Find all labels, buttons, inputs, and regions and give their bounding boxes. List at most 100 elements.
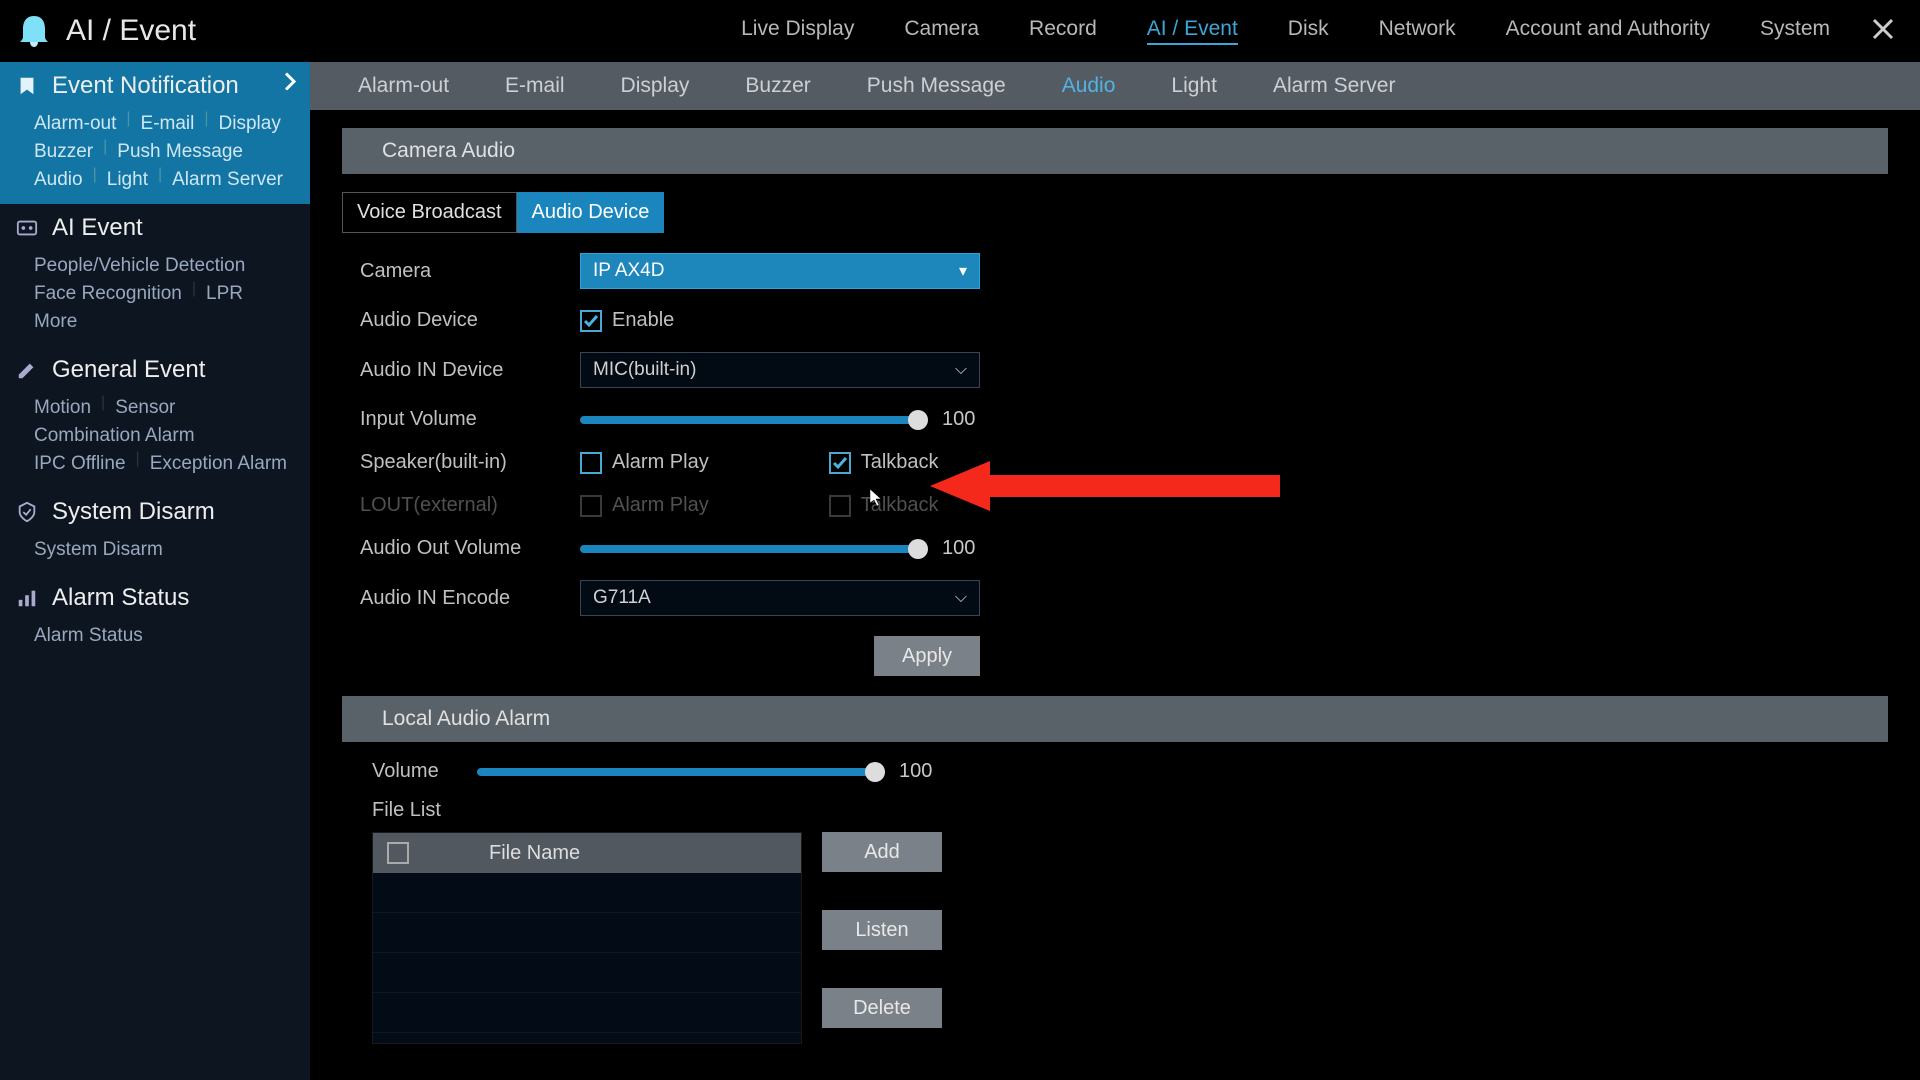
sidebar-item-face-recognition[interactable]: Face Recognition xyxy=(34,280,182,308)
nav-ai-event[interactable]: AI / Event xyxy=(1147,17,1238,45)
sidebar-item-lpr[interactable]: LPR xyxy=(206,280,243,308)
local-volume-slider[interactable] xyxy=(477,768,877,776)
sidebar-item-alarm-status[interactable]: Alarm Status xyxy=(34,622,143,650)
sidebar-group-alarm-status[interactable]: Alarm Status Alarm Status xyxy=(0,574,310,660)
nav-record[interactable]: Record xyxy=(1029,17,1097,45)
sidebar-group-system-disarm[interactable]: System Disarm System Disarm xyxy=(0,488,310,574)
section-camera-audio-header: Camera Audio xyxy=(342,128,1888,174)
sidebar-group-event-notification[interactable]: Event Notification Alarm-out| E-mail| Di… xyxy=(0,62,310,204)
sidebar-header-label: Event Notification xyxy=(52,72,239,100)
subtab-buzzer[interactable]: Buzzer xyxy=(745,74,810,98)
nav-account[interactable]: Account and Authority xyxy=(1506,17,1710,45)
speaker-talkback-checkbox[interactable] xyxy=(829,452,851,474)
tab-voice-broadcast[interactable]: Voice Broadcast xyxy=(342,192,517,233)
audio-encode-select[interactable]: G711A ⌵ xyxy=(580,580,980,616)
alarm-play-label: Alarm Play xyxy=(612,494,709,517)
subtab-push-message[interactable]: Push Message xyxy=(867,74,1006,98)
nav-system[interactable]: System xyxy=(1760,17,1830,45)
sidebar-item-audio[interactable]: Audio xyxy=(34,166,83,194)
input-volume-value: 100 xyxy=(942,409,975,431)
lout-talkback-checkbox xyxy=(829,495,851,517)
chevron-down-icon: ⌵ xyxy=(955,589,967,607)
camera-select[interactable]: IP AX4D ▾ xyxy=(580,253,980,289)
audio-encode-label: Audio IN Encode xyxy=(360,587,580,610)
subtab-alarm-out[interactable]: Alarm-out xyxy=(358,74,449,98)
audio-out-volume-label: Audio Out Volume xyxy=(360,537,580,560)
cursor-icon xyxy=(870,489,884,510)
sidebar-header-label: System Disarm xyxy=(52,498,215,526)
file-name-header: File Name xyxy=(489,842,580,865)
add-button[interactable]: Add xyxy=(822,832,942,872)
sidebar-header-label: General Event xyxy=(52,356,205,384)
lout-alarm-play-checkbox xyxy=(580,495,602,517)
close-icon[interactable] xyxy=(1868,14,1898,44)
top-header: AI / Event Live Display Camera Record AI… xyxy=(0,0,1920,62)
subtab-display[interactable]: Display xyxy=(621,74,690,98)
table-row xyxy=(373,873,801,913)
chevron-right-icon xyxy=(282,71,298,100)
sidebar-item-push-message[interactable]: Push Message xyxy=(117,138,243,166)
file-list-table: File Name xyxy=(372,832,802,1044)
nav-live-display[interactable]: Live Display xyxy=(741,17,854,45)
sidebar-item-combination[interactable]: Combination Alarm xyxy=(34,422,195,450)
listen-button[interactable]: Listen xyxy=(822,910,942,950)
slider-thumb[interactable] xyxy=(908,539,928,559)
sidebar-group-general-event[interactable]: General Event Motion| Sensor Combination… xyxy=(0,346,310,488)
inner-tabs: Voice Broadcast Audio Device xyxy=(342,192,1888,233)
sidebar-item-buzzer[interactable]: Buzzer xyxy=(34,138,93,166)
sidebar-item-light[interactable]: Light xyxy=(107,166,148,194)
audio-device-label: Audio Device xyxy=(360,309,580,332)
tab-audio-device[interactable]: Audio Device xyxy=(517,192,665,233)
talkback-label: Talkback xyxy=(861,451,939,474)
lout-label: LOUT(external) xyxy=(360,494,580,517)
table-row xyxy=(373,993,801,1033)
enable-checkbox[interactable] xyxy=(580,310,602,332)
apply-button[interactable]: Apply xyxy=(874,636,980,676)
sidebar-item-alarm-out[interactable]: Alarm-out xyxy=(34,110,116,138)
alarm-play-label: Alarm Play xyxy=(612,451,709,474)
nav-network[interactable]: Network xyxy=(1379,17,1456,45)
bars-icon xyxy=(16,587,38,609)
sidebar-item-system-disarm[interactable]: System Disarm xyxy=(34,536,163,564)
select-all-checkbox[interactable] xyxy=(387,842,409,864)
audio-out-volume-slider[interactable] xyxy=(580,545,920,553)
section-local-audio-alarm-header: Local Audio Alarm xyxy=(342,696,1888,742)
sub-tabs: Alarm-out E-mail Display Buzzer Push Mes… xyxy=(310,62,1920,110)
sidebar-item-display[interactable]: Display xyxy=(219,110,281,138)
nav-camera[interactable]: Camera xyxy=(904,17,979,45)
sidebar-item-motion[interactable]: Motion xyxy=(34,394,91,422)
input-volume-slider[interactable] xyxy=(580,416,920,424)
app-logo-icon xyxy=(16,13,52,49)
speaker-label: Speaker(built-in) xyxy=(360,451,580,474)
subtab-light[interactable]: Light xyxy=(1171,74,1217,98)
sidebar-group-ai-event[interactable]: AI Event People/Vehicle Detection Face R… xyxy=(0,204,310,346)
slider-thumb[interactable] xyxy=(865,762,885,782)
subtab-email[interactable]: E-mail xyxy=(505,74,565,98)
slider-thumb[interactable] xyxy=(908,410,928,430)
sidebar-item-sensor[interactable]: Sensor xyxy=(115,394,175,422)
delete-button[interactable]: Delete xyxy=(822,988,942,1028)
volume-label: Volume xyxy=(372,760,477,783)
page-title: AI / Event xyxy=(66,14,196,48)
sidebar-header-label: AI Event xyxy=(52,214,143,242)
sidebar-item-alarm-server[interactable]: Alarm Server xyxy=(172,166,283,194)
subtab-alarm-server[interactable]: Alarm Server xyxy=(1273,74,1396,98)
speaker-alarm-play-checkbox[interactable] xyxy=(580,452,602,474)
sidebar-header-label: Alarm Status xyxy=(52,584,189,612)
sidebar-item-ipc-offline[interactable]: IPC Offline xyxy=(34,450,126,478)
sidebar-item-more[interactable]: More xyxy=(34,308,77,336)
annotation-arrow xyxy=(930,455,1280,520)
nav-disk[interactable]: Disk xyxy=(1288,17,1329,45)
sidebar: Event Notification Alarm-out| E-mail| Di… xyxy=(0,62,310,1080)
bookmark-icon xyxy=(16,75,38,97)
subtab-audio[interactable]: Audio xyxy=(1062,74,1116,98)
audio-out-volume-value: 100 xyxy=(942,538,975,560)
table-row xyxy=(373,953,801,993)
shield-icon xyxy=(16,501,38,523)
audio-in-device-label: Audio IN Device xyxy=(360,359,580,382)
sidebar-item-people-vehicle[interactable]: People/Vehicle Detection xyxy=(34,252,245,280)
sidebar-item-email[interactable]: E-mail xyxy=(141,110,195,138)
audio-in-device-select[interactable]: MIC(built-in) ⌵ xyxy=(580,352,980,388)
sidebar-item-exception[interactable]: Exception Alarm xyxy=(150,450,287,478)
input-volume-label: Input Volume xyxy=(360,408,580,431)
